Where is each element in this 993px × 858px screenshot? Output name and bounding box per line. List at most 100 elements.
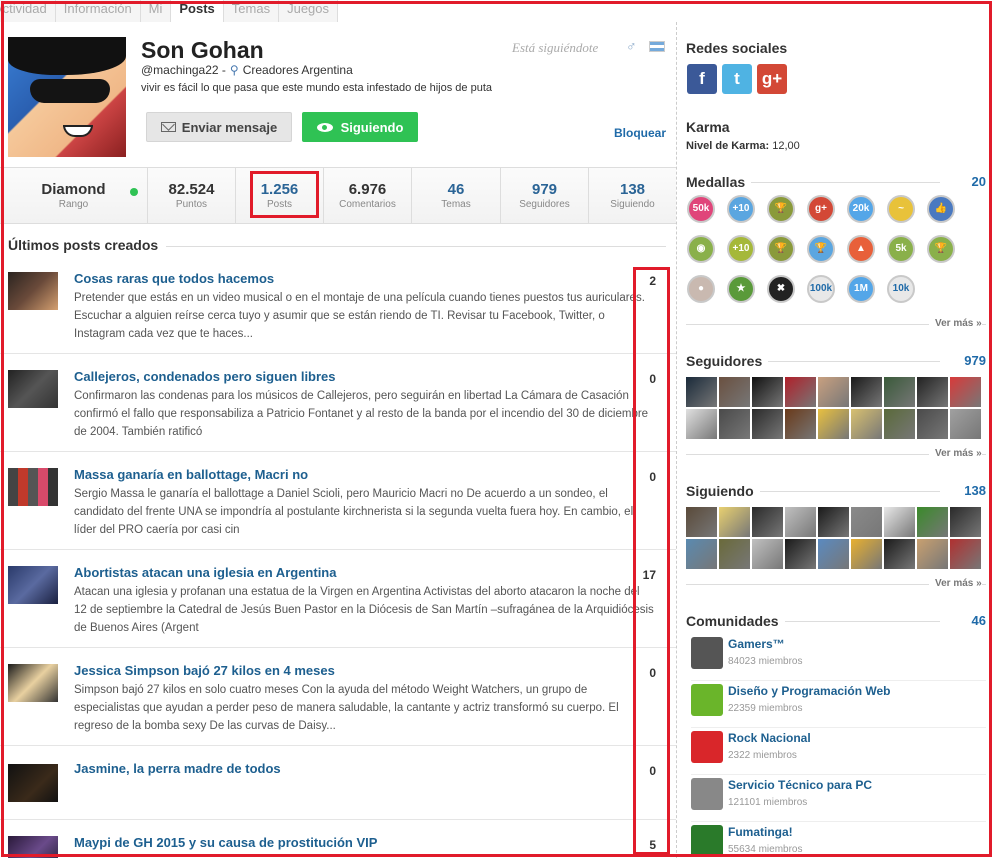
medal-crown-icon[interactable]: ▲	[847, 235, 875, 263]
medal-trophy3-icon[interactable]: 🏆	[807, 235, 835, 263]
post-item[interactable]: Massa ganaría en ballottage, Macri no Se…	[0, 452, 676, 550]
following-user-avatar[interactable]	[785, 507, 816, 537]
following-user-avatar[interactable]	[884, 539, 915, 569]
stat-followers[interactable]: 979 Seguidores	[501, 168, 589, 223]
post-thumbnail[interactable]	[8, 272, 58, 310]
follower-avatar[interactable]	[752, 377, 783, 407]
post-thumbnail[interactable]	[8, 664, 58, 702]
community-name[interactable]: Fumatinga!	[728, 825, 793, 839]
medals-more-link[interactable]: Ver más »	[929, 318, 982, 329]
community-item[interactable]: Servicio Técnico para PC 121101 miembros	[691, 778, 986, 822]
post-item[interactable]: Jessica Simpson bajó 27 kilos en 4 meses…	[0, 648, 676, 746]
following-user-avatar[interactable]	[818, 507, 849, 537]
tab-temas[interactable]: Temas	[223, 0, 280, 22]
stat-following[interactable]: 138 Siguiendo	[589, 168, 676, 223]
post-item[interactable]: Callejeros, condenados pero siguen libre…	[0, 354, 676, 452]
following-user-avatar[interactable]	[950, 507, 981, 537]
community-name[interactable]: Servicio Técnico para PC	[728, 778, 872, 792]
tab-informacion[interactable]: Información	[55, 0, 141, 22]
post-thumbnail[interactable]	[8, 764, 58, 802]
following-user-avatar[interactable]	[752, 539, 783, 569]
medal-bird-icon[interactable]: ~	[887, 195, 915, 223]
post-title[interactable]: Maypi de GH 2015 y su causa de prostituc…	[74, 835, 377, 850]
stat-topics[interactable]: 46 Temas	[412, 168, 501, 223]
follower-avatar[interactable]	[884, 377, 915, 407]
following-more-link[interactable]: Ver más »	[929, 578, 982, 589]
leaf-icon[interactable]	[691, 825, 723, 857]
community-name[interactable]: Rock Nacional	[728, 731, 811, 745]
medal-plus10b-icon[interactable]: +10	[727, 235, 755, 263]
tab-actividad[interactable]: Actividad	[0, 0, 56, 22]
follower-avatar[interactable]	[950, 377, 981, 407]
community-name[interactable]: Gamers™	[728, 637, 785, 651]
followers-more-link[interactable]: Ver más »	[929, 448, 982, 459]
following-user-avatar[interactable]	[752, 507, 783, 537]
follower-avatar[interactable]	[917, 377, 948, 407]
follower-avatar[interactable]	[851, 409, 882, 439]
following-user-avatar[interactable]	[719, 539, 750, 569]
dpw-icon[interactable]	[691, 684, 723, 716]
medal-eye-icon[interactable]: ◉	[687, 235, 715, 263]
post-item[interactable]: Jasmine, la perra madre de todos 0	[0, 746, 676, 820]
following-user-avatar[interactable]	[785, 539, 816, 569]
post-thumbnail[interactable]	[8, 468, 58, 506]
medal-10k-icon[interactable]: 10k	[887, 275, 915, 303]
medal-trophy-icon[interactable]: 🏆	[767, 195, 795, 223]
post-title[interactable]: Jessica Simpson bajó 27 kilos en 4 meses	[74, 663, 335, 678]
medal-50k-icon[interactable]: 50k	[687, 195, 715, 223]
following-button[interactable]: Siguiendo	[302, 112, 418, 142]
following-user-avatar[interactable]	[818, 539, 849, 569]
medal-20k-icon[interactable]: 20k	[847, 195, 875, 223]
following-user-avatar[interactable]	[950, 539, 981, 569]
community-name[interactable]: Diseño y Programación Web	[728, 684, 891, 698]
block-link[interactable]: Bloquear	[614, 126, 666, 140]
follower-avatar[interactable]	[851, 377, 882, 407]
pc-icon[interactable]	[691, 778, 723, 810]
follower-avatar[interactable]	[917, 409, 948, 439]
post-item[interactable]: Cosas raras que todos hacemos Pretender …	[0, 262, 676, 354]
post-thumbnail[interactable]	[8, 836, 58, 858]
following-user-avatar[interactable]	[917, 539, 948, 569]
follower-avatar[interactable]	[884, 409, 915, 439]
rock-hand-icon[interactable]	[691, 731, 723, 763]
medal-user-icon[interactable]: ●	[687, 275, 715, 303]
follower-avatar[interactable]	[785, 377, 816, 407]
following-user-avatar[interactable]	[686, 539, 717, 569]
post-thumbnail[interactable]	[8, 370, 58, 408]
post-title[interactable]: Jasmine, la perra madre de todos	[74, 761, 281, 776]
following-user-avatar[interactable]	[686, 507, 717, 537]
send-message-button[interactable]: Enviar mensaje	[146, 112, 292, 142]
google-plus-icon[interactable]: g+	[757, 64, 787, 94]
community-item[interactable]: Fumatinga! 55634 miembros	[691, 825, 986, 858]
twitter-icon[interactable]: t	[722, 64, 752, 94]
post-item[interactable]: Abortistas atacan una iglesia en Argenti…	[0, 550, 676, 648]
medal-trophy4-icon[interactable]: 🏆	[927, 235, 955, 263]
medal-1m-icon[interactable]: 1M	[847, 275, 875, 303]
follower-avatar[interactable]	[719, 409, 750, 439]
follower-avatar[interactable]	[686, 409, 717, 439]
medal-star-icon[interactable]: ★	[727, 275, 755, 303]
follower-avatar[interactable]	[818, 409, 849, 439]
medal-5k-icon[interactable]: 5k	[887, 235, 915, 263]
medal-x-icon[interactable]: ✖	[767, 275, 795, 303]
medal-trophy2-icon[interactable]: 🏆	[767, 235, 795, 263]
following-user-avatar[interactable]	[851, 539, 882, 569]
follower-avatar[interactable]	[785, 409, 816, 439]
follower-avatar[interactable]	[752, 409, 783, 439]
post-title[interactable]: Cosas raras que todos hacemos	[74, 271, 274, 286]
following-user-avatar[interactable]	[851, 507, 882, 537]
medal-plus10-icon[interactable]: +10	[727, 195, 755, 223]
post-title[interactable]: Massa ganaría en ballottage, Macri no	[74, 467, 308, 482]
medal-100k-icon[interactable]: 100k	[807, 275, 835, 303]
post-title[interactable]: Callejeros, condenados pero siguen libre…	[74, 369, 336, 384]
post-thumbnail[interactable]	[8, 566, 58, 604]
following-user-avatar[interactable]	[719, 507, 750, 537]
follower-avatar[interactable]	[686, 377, 717, 407]
follower-avatar[interactable]	[950, 409, 981, 439]
community-link[interactable]: Creadores Argentina	[243, 63, 353, 77]
community-item[interactable]: Diseño y Programación Web 22359 miembros	[691, 684, 986, 728]
follower-avatar[interactable]	[719, 377, 750, 407]
community-item[interactable]: Gamers™ 84023 miembros	[691, 637, 986, 681]
gamers-icon[interactable]	[691, 637, 723, 669]
medal-like-icon[interactable]: 👍	[927, 195, 955, 223]
